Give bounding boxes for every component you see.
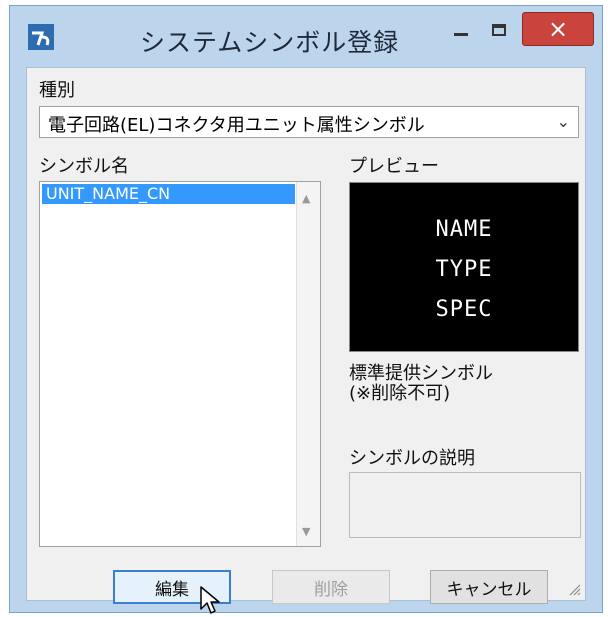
minimize-button[interactable] (444, 14, 478, 46)
delete-button[interactable]: 削除 (272, 570, 390, 604)
minimize-icon (454, 32, 468, 36)
type-select[interactable]: 電子回路(EL)コネクタ用ユニット属性シンボル ⌄ (39, 106, 579, 138)
symbol-preview: NAME TYPE SPEC (349, 182, 579, 352)
cancel-button[interactable]: キャンセル (430, 570, 548, 604)
preview-line-type: TYPE (435, 257, 493, 282)
preview-line-spec: SPEC (435, 297, 493, 322)
list-scrollbar[interactable]: ▲ ▼ (296, 182, 320, 546)
description-field (349, 472, 581, 538)
title-bar[interactable]: システムシンボル登録 × (10, 6, 602, 66)
close-button[interactable]: × (522, 12, 594, 46)
type-select-value: 電子回路(EL)コネクタ用ユニット属性シンボル (48, 115, 425, 136)
scroll-up-icon[interactable]: ▲ (302, 192, 310, 205)
app-icon (28, 24, 54, 50)
window-title: システムシンボル登録 (140, 28, 400, 57)
standard-note-line1: 標準提供シンボル (349, 363, 493, 384)
resize-grip-icon[interactable] (567, 582, 581, 596)
mouse-cursor-icon (200, 586, 220, 614)
list-item[interactable]: UNIT_NAME_CN (42, 184, 295, 204)
symbol-name-label: シンボル名 (39, 156, 129, 177)
description-label: シンボルの説明 (349, 448, 475, 469)
type-label: 種別 (39, 80, 75, 101)
close-icon: × (547, 15, 569, 43)
chevron-down-icon[interactable]: ⌄ (557, 112, 570, 131)
preview-line-name: NAME (435, 217, 493, 242)
symbol-list[interactable]: UNIT_NAME_CN ▲ ▼ (39, 181, 321, 547)
standard-note-line2: (※削除不可) (349, 383, 451, 404)
dialog-window: システムシンボル登録 × 種別 電子回路(EL)コネクタ用ユニット属性シンボル … (9, 5, 603, 613)
scroll-down-icon[interactable]: ▼ (302, 525, 310, 538)
dialog-body: 種別 電子回路(EL)コネクタ用ユニット属性シンボル ⌄ シンボル名 プレビュー… (26, 67, 586, 604)
preview-label: プレビュー (349, 156, 439, 177)
maximize-button[interactable] (482, 14, 516, 46)
maximize-icon (492, 24, 506, 36)
